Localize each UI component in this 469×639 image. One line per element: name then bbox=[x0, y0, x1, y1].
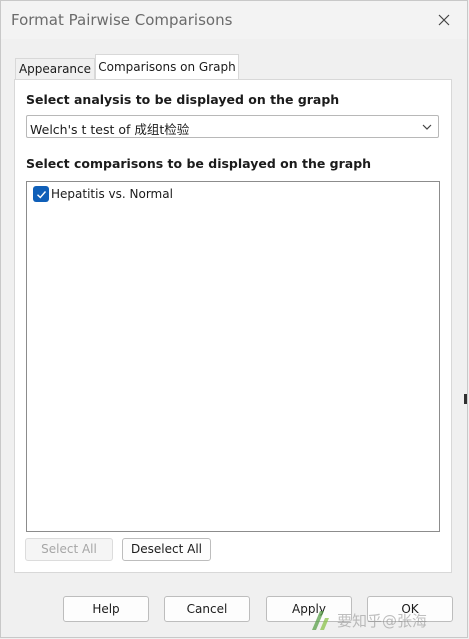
analysis-section-label: Select analysis to be displayed on the g… bbox=[26, 92, 340, 107]
comparison-label: Hepatitis vs. Normal bbox=[51, 187, 173, 201]
window-title: Format Pairwise Comparisons bbox=[11, 11, 233, 29]
title-bar: Format Pairwise Comparisons bbox=[1, 1, 467, 39]
comparisons-section-label: Select comparisons to be displayed on th… bbox=[26, 156, 372, 171]
analysis-select[interactable]: Welch's t test of 成组t检验 bbox=[26, 115, 439, 138]
comparison-checkbox[interactable] bbox=[33, 186, 49, 202]
format-pairwise-comparisons-dialog: Format Pairwise Comparisons Appearance C… bbox=[0, 0, 468, 638]
checkmark-icon bbox=[36, 190, 46, 199]
comparisons-on-graph-panel: Select analysis to be displayed on the g… bbox=[14, 79, 452, 573]
ok-button[interactable]: OK bbox=[367, 596, 453, 622]
cancel-button[interactable]: Cancel bbox=[164, 596, 250, 622]
list-item[interactable]: Hepatitis vs. Normal bbox=[33, 185, 173, 203]
chevron-down-icon bbox=[422, 124, 432, 130]
comparisons-list[interactable]: Hepatitis vs. Normal bbox=[26, 181, 440, 532]
close-icon bbox=[438, 14, 450, 26]
tab-appearance[interactable]: Appearance bbox=[15, 58, 95, 79]
tab-comparisons-on-graph[interactable]: Comparisons on Graph bbox=[95, 54, 239, 80]
select-all-button[interactable]: Select All bbox=[25, 538, 113, 561]
window-edge-marker bbox=[464, 394, 467, 404]
analysis-select-value: Welch's t test of 成组t检验 bbox=[30, 122, 190, 137]
deselect-all-button[interactable]: Deselect All bbox=[122, 538, 211, 561]
apply-button[interactable]: Apply bbox=[266, 596, 352, 622]
help-button[interactable]: Help bbox=[63, 596, 149, 622]
close-button[interactable] bbox=[421, 1, 467, 39]
